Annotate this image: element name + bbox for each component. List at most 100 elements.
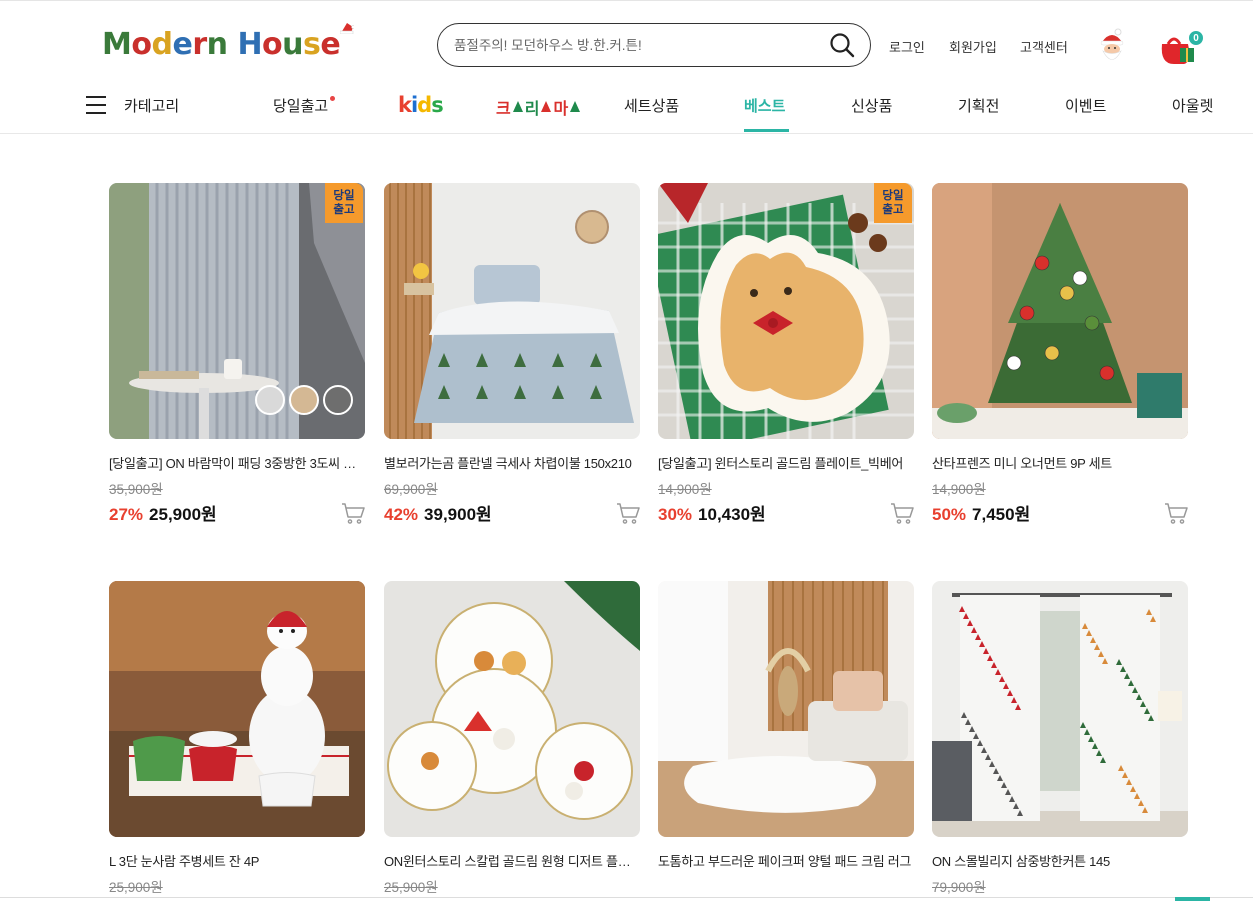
santa-icon[interactable] [1098,28,1126,66]
nav-best[interactable]: 베스트 [744,95,785,116]
product-name[interactable]: [당일출고] 윈터스토리 골드림 플레이트_빅베어 [658,453,914,472]
kids-letter: d [417,93,432,117]
original-price: 14,900원 [932,482,986,497]
login-link[interactable]: 로그인 [889,37,925,56]
logo-letter: e [320,26,341,62]
cart-count-badge: 0 [1188,30,1204,46]
add-to-cart-icon[interactable] [341,501,365,525]
product-image[interactable] [658,581,914,837]
same-day-badge: 당일 출고 [325,183,363,223]
discount-percent: 50% [932,505,967,524]
nav-exhibition[interactable]: 기획전 [958,95,999,116]
original-price: 25,900원 [384,880,438,895]
nav-event[interactable]: 이벤트 [1065,95,1106,116]
nav-christmas[interactable]: 크리마 [496,95,582,119]
discount-percent: 42% [384,505,419,524]
product-image[interactable] [384,581,640,837]
sale-price: 25,900원 [149,505,217,524]
nav-kids[interactable]: kids [398,93,444,117]
color-swatch[interactable] [255,385,285,415]
product-image[interactable]: 당일 출고 [658,183,914,439]
logo-letter: H [237,26,263,62]
product-image[interactable]: 당일 출고 [109,183,365,439]
color-swatches [255,385,353,415]
sale-price-row: 42% 39,900원 [384,500,492,525]
add-to-cart-icon[interactable] [1164,501,1188,525]
search-button[interactable] [828,31,856,59]
product-image[interactable] [109,581,365,837]
nav-category[interactable]: 카테고리 [124,95,179,116]
tree-icon [541,101,552,112]
logo-letter: M [102,26,132,62]
product-name[interactable]: [당일출고] ON 바람막이 패딩 3중방한 3도씨 커튼 [109,453,365,472]
logo-letter: r [192,26,207,62]
original-price: 69,900원 [384,482,438,497]
santa-hat-icon [340,23,354,34]
product-name[interactable]: ON 스몰빌리지 삼중방한커튼 145 [932,851,1188,870]
logo-letter: o [262,26,283,62]
product-name[interactable]: ON윈터스토리 스칼럽 골드림 원형 디저트 플레이트 [384,851,640,870]
same-day-badge: 당일 출고 [874,183,912,223]
product-name[interactable]: L 3단 눈사람 주병세트 잔 4P [109,851,365,870]
search-bar [437,23,871,67]
original-price: 79,900원 [932,880,986,895]
scroll-indicator[interactable] [1175,897,1210,901]
tree-icon [512,101,523,112]
search-icon [830,33,855,58]
original-price: 14,900원 [658,482,712,497]
product-name[interactable]: 도톰하고 부드러운 페이크퍼 양털 패드 크림 러그 [658,851,914,870]
nav-same-day[interactable]: 당일출고 [273,95,328,116]
product-image[interactable] [384,183,640,439]
original-price: 25,900원 [109,880,163,895]
christmas-letter: 마 [553,101,569,118]
logo-letter: n [206,26,228,62]
logo-letter: d [151,26,173,62]
sale-price: 39,900원 [424,505,492,524]
nav-new[interactable]: 신상품 [851,95,892,116]
kids-letter: s [431,93,443,117]
product-image[interactable] [932,581,1188,837]
discount-percent: 30% [658,505,693,524]
product-card[interactable]: 당일 출고 [당일출고] 윈터스토리 골드림 플레이트_빅베어 14,900원 30%… [658,183,914,524]
sale-price-row: 50% 7,450원 [932,500,1030,525]
original-price: 35,900원 [109,482,163,497]
logo-letter [227,27,237,62]
add-to-cart-icon[interactable] [890,501,914,525]
product-name[interactable]: 산타프렌즈 미니 오너먼트 9P 세트 [932,453,1188,472]
sale-price: 10,430원 [698,505,766,524]
color-swatch[interactable] [289,385,319,415]
christmas-letter: 크 [496,101,511,118]
logo-letter: s [303,26,321,62]
product-name[interactable]: 별보러가는곰 플란넬 극세사 차렵이불 150x210 [384,453,640,472]
sale-price: 7,450원 [972,505,1031,524]
tree-icon [570,101,581,112]
logo-letter: u [282,26,304,62]
logo-wordmark: Modern House [102,26,341,62]
active-tab-indicator [744,129,789,132]
product-card[interactable]: ON 스몰빌리지 삼중방한커튼 145 79,900원 [932,581,1188,895]
color-swatch[interactable] [323,385,353,415]
product-image[interactable] [932,183,1188,439]
kids-letter: k [398,93,412,117]
product-card[interactable]: 도톰하고 부드러운 페이크퍼 양털 패드 크림 러그 [658,581,914,869]
modern-house-logo[interactable]: Modern House [102,23,354,64]
product-card[interactable]: 별보러가는곰 플란넬 극세사 차렵이불 150x210 69,900원 42% 39… [384,183,640,524]
add-to-cart-icon[interactable] [616,501,640,525]
signup-link[interactable]: 회원가입 [949,37,997,56]
search-input[interactable] [454,37,828,53]
product-card[interactable]: L 3단 눈사람 주병세트 잔 4P 25,900원 [109,581,365,895]
menu-icon[interactable] [86,96,106,114]
bottom-divider [0,897,1253,898]
product-card[interactable]: 당일 출고 [당일출고] ON 바람막이 패딩 3중방한 3도씨 커튼 35,900원… [109,183,365,524]
nav-set[interactable]: 세트상품 [624,95,679,116]
sale-price-row: 27% 25,900원 [109,500,217,525]
sale-price-row: 30% 10,430원 [658,500,766,525]
support-link[interactable]: 고객센터 [1020,37,1068,56]
christmas-letter: 리 [524,101,540,118]
main-nav: 카테고리 당일출고 kids 크리마 세트상품 베스트 신상품 기획전 이벤트 … [0,84,1253,134]
product-card[interactable]: 산타프렌즈 미니 오너먼트 9P 세트 14,900원 50% 7,450원 [932,183,1188,524]
product-card[interactable]: ON윈터스토리 스칼럽 골드림 원형 디저트 플레이트 25,900원 [384,581,640,895]
logo-letter: e [172,26,193,62]
logo-letter: o [131,26,152,62]
nav-outlet[interactable]: 아울렛 [1172,95,1213,116]
